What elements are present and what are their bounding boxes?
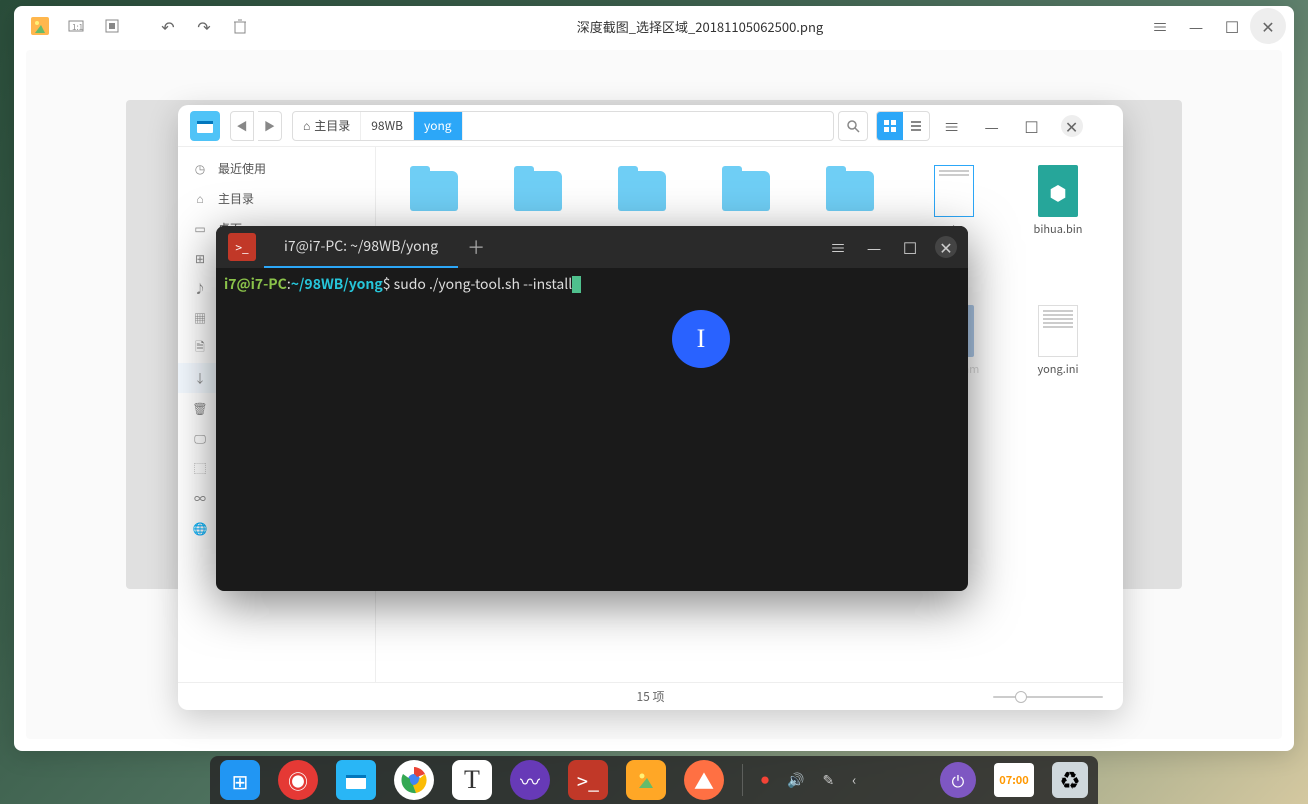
network-icon: 🌐 (192, 520, 208, 537)
terminal-minimize-button[interactable]: — (856, 229, 892, 265)
terminal-close-button[interactable]: ✕ (928, 229, 964, 265)
tray-volume-icon[interactable]: 🔊 (787, 770, 804, 790)
dock-file-manager[interactable] (336, 760, 376, 800)
dock: ⊞ ◉ T 〰 >_ ▲ ● 🔊 ✎ ‹ ⏻ 07:00 ♻ (210, 756, 1098, 804)
breadcrumb-seg2[interactable]: yong (414, 112, 463, 140)
sidebar-item-recent[interactable]: ◷最近使用 (178, 153, 375, 183)
status-item-count: 15 项 (636, 688, 664, 705)
terminal-window: >_ i7@i7-PC: ~/98WB/yong ＋ ≡ — ☐ ✕ i7@i7… (216, 226, 968, 591)
terminal-add-tab[interactable]: ＋ (458, 234, 494, 260)
grid-view-button[interactable] (877, 112, 903, 140)
forward-button[interactable]: ▶ (258, 111, 282, 141)
delete-icon[interactable] (222, 8, 258, 44)
file-item-bin[interactable]: ⬢ bihua.bin (1006, 157, 1110, 297)
computer-icon: 🖵 (192, 430, 208, 447)
terminal-command: sudo ./yong-tool.sh --install (391, 274, 573, 294)
sidebar-item-home[interactable]: ⌂主目录 (178, 183, 375, 213)
dock-terminal[interactable]: >_ (568, 760, 608, 800)
terminal-maximize-button[interactable]: ☐ (892, 229, 928, 265)
folder-icon (722, 171, 770, 211)
clock-icon: ◷ (192, 160, 208, 177)
terminal-tab[interactable]: i7@i7-PC: ~/98WB/yong (264, 226, 458, 268)
fm-app-icon (190, 111, 220, 141)
fit-icon[interactable] (94, 8, 130, 44)
ini-file-icon (1038, 305, 1078, 357)
svg-text:1:1: 1:1 (72, 22, 83, 33)
tray-chevron-icon[interactable]: ‹ (852, 770, 856, 790)
terminal-app-icon: >_ (228, 233, 256, 261)
zoom-thumb[interactable] (1015, 691, 1027, 703)
file-item-yongini[interactable]: yong.ini (1006, 297, 1110, 437)
iv-minimize-button[interactable]: — (1178, 8, 1214, 44)
back-button[interactable]: ◀ (230, 111, 254, 141)
tray-recording-icon[interactable]: ● (761, 775, 769, 786)
zoom-slider[interactable] (993, 696, 1103, 698)
prompt-user: i7@i7-PC (224, 274, 287, 294)
dock-text-editor[interactable]: T (452, 760, 492, 800)
trash-icon: 🗑 (192, 400, 208, 417)
disk-icon: ⬚ (192, 460, 208, 477)
apps-icon: ⊞ (192, 250, 208, 267)
folder-icon (826, 171, 874, 211)
dock-separator (742, 764, 743, 796)
downloads-icon: ↓ (192, 370, 208, 387)
iv-maximize-button[interactable]: ☐ (1214, 8, 1250, 44)
dock-screen-recorder[interactable]: ◉ (278, 760, 318, 800)
tray-brush-icon[interactable]: ✎ (822, 770, 834, 790)
terminal-menu-button[interactable]: ≡ (820, 229, 856, 265)
dock-launcher[interactable]: ⊞ (220, 760, 260, 800)
desktop-icon: ▭ (192, 220, 208, 237)
iv-app-icon (22, 8, 58, 44)
breadcrumb-home[interactable]: ⌂ 主目录 (293, 112, 361, 140)
rotate-left-icon[interactable]: ↶ (150, 8, 186, 44)
fm-statusbar: 15 项 (178, 682, 1123, 710)
dock-power-button[interactable]: ⏻ (940, 762, 976, 798)
search-button[interactable] (838, 111, 868, 141)
folder-icon (514, 171, 562, 211)
one-to-one-icon[interactable]: 1:1 (58, 8, 94, 44)
iv-menu-icon[interactable]: ≡ (1142, 8, 1178, 44)
disk-icon: ∞ (192, 490, 208, 507)
dock-system-monitor[interactable]: 〰 (510, 760, 550, 800)
dock-tray: ● 🔊 ✎ ‹ (761, 770, 856, 790)
rotate-right-icon[interactable]: ↷ (186, 8, 222, 44)
breadcrumb: ⌂ 主目录 98WB yong (292, 111, 834, 141)
dock-trash[interactable]: ♻ (1052, 762, 1088, 798)
pictures-icon: ▦ (192, 310, 208, 327)
prompt-path: ~/98WB/yong (291, 274, 383, 294)
folder-icon (618, 171, 666, 211)
fm-titlebar: ◀ ▶ ⌂ 主目录 98WB yong ≡ — ☐ ✕ (178, 105, 1123, 147)
music-icon: ♪ (192, 280, 208, 297)
iv-close-button[interactable]: ✕ (1250, 8, 1286, 44)
documents-icon: 🗎 (192, 338, 208, 359)
dock-image-viewer[interactable] (626, 760, 666, 800)
view-toggle (876, 111, 930, 141)
image-viewer-titlebar: 1:1 ↶ ↷ 深度截图_选择区域_20181105062500.png ≡ —… (14, 6, 1294, 46)
dock-clock[interactable]: 07:00 (994, 763, 1034, 797)
fm-close-button[interactable]: ✕ (1054, 108, 1090, 144)
folder-icon (410, 171, 458, 211)
home-icon: ⌂ (192, 190, 208, 207)
text-file-icon (934, 165, 974, 217)
dock-package-installer[interactable]: ▲ (684, 760, 724, 800)
bin-file-icon: ⬢ (1038, 165, 1078, 217)
text-cursor-indicator: I (672, 310, 730, 368)
terminal-body[interactable]: i7@i7-PC:~/98WB/yong$ sudo ./yong-tool.s… (216, 268, 968, 591)
breadcrumb-seg1[interactable]: 98WB (361, 112, 414, 140)
fm-menu-button[interactable]: ≡ (934, 108, 970, 144)
list-view-button[interactable] (903, 112, 929, 140)
terminal-cursor (572, 276, 581, 293)
home-icon: ⌂ (303, 117, 310, 134)
fm-maximize-button[interactable]: ☐ (1014, 108, 1050, 144)
prompt-dollar: $ (383, 274, 391, 294)
dock-chrome[interactable] (394, 760, 434, 800)
fm-minimize-button[interactable]: — (974, 108, 1010, 144)
image-viewer-title: 深度截图_选择区域_20181105062500.png (258, 17, 1142, 36)
terminal-titlebar: >_ i7@i7-PC: ~/98WB/yong ＋ ≡ — ☐ ✕ (216, 226, 968, 268)
